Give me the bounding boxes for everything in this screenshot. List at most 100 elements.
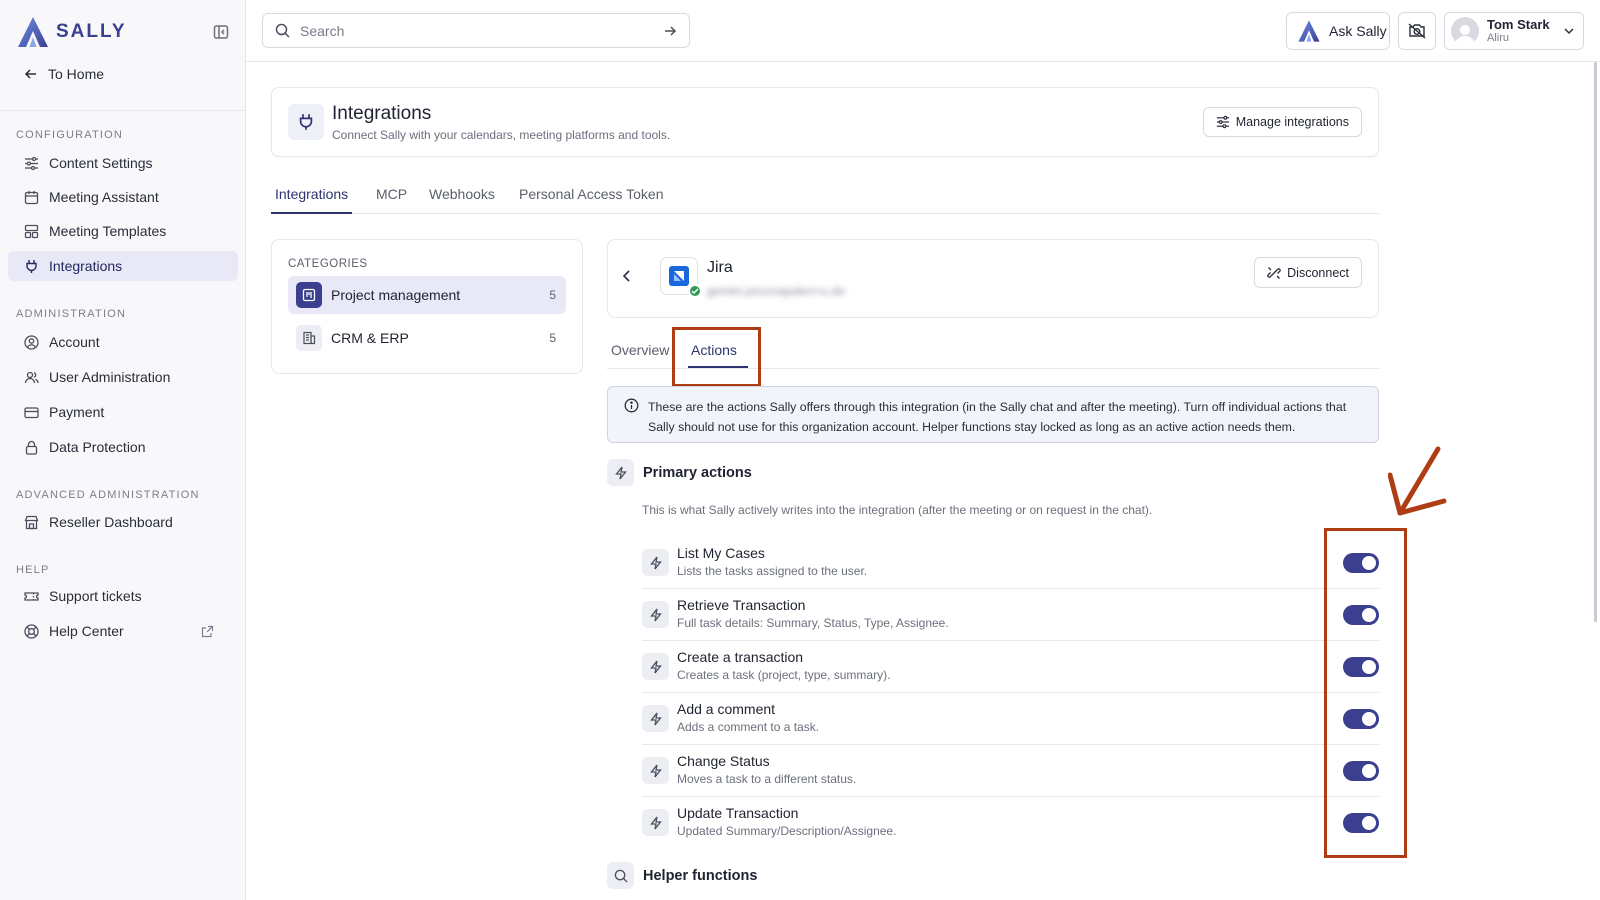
arrow-right-icon[interactable] [663, 24, 677, 38]
user-info: Tom Stark Aliru [1487, 16, 1550, 45]
manage-integrations-label: Manage integrations [1235, 115, 1349, 129]
action-title: Add a comment [677, 701, 776, 717]
sidebar-item-meeting-templates[interactable]: Meeting Templates [8, 216, 238, 246]
sidebar-item-label: Meeting Assistant [49, 189, 159, 205]
sidebar-item-user-administration[interactable]: User Administration [8, 362, 238, 392]
top-header: Ask Sally Tom Stark Aliru [246, 0, 1600, 62]
user-organization: Aliru [1487, 32, 1510, 45]
action-row-create-a-transaction: Create a transaction Creates a task (pro… [642, 641, 1379, 693]
sidebar-item-label: Support tickets [49, 588, 142, 604]
section-advanced-administration: ADVANCED ADMINISTRATION [16, 489, 200, 501]
disconnect-button[interactable]: Disconnect [1254, 257, 1362, 288]
sidebar-item-label: Meeting Templates [49, 223, 167, 239]
tab-personal-access-token[interactable]: Personal Access Token [519, 186, 664, 214]
sliders-icon [1216, 115, 1229, 129]
template-icon [24, 224, 39, 238]
sidebar-item-label: Help Center [49, 623, 124, 639]
integration-detail-card: Jira gemini.jorucoapalen+u.de Disconnect [607, 239, 1379, 318]
category-label: Project management [331, 287, 461, 303]
sidebar-item-label: User Administration [49, 369, 171, 385]
category-count: 5 [549, 331, 556, 345]
sidebar-item-payment[interactable]: Payment [8, 397, 238, 427]
integration-name: Jira [707, 259, 733, 276]
chevron-down-icon [1564, 28, 1574, 35]
action-title: List My Cases [677, 545, 765, 561]
building-icon [296, 325, 322, 351]
users-icon [24, 371, 39, 383]
action-row-retrieve-transaction: Retrieve Transaction Full task details: … [642, 589, 1379, 641]
sidebar-item-support-tickets[interactable]: Support tickets [8, 581, 238, 611]
scrollbar-thumb[interactable] [1594, 62, 1597, 622]
sally-logo-icon [1298, 20, 1320, 42]
search-icon [275, 23, 290, 38]
lightning-icon [642, 653, 669, 680]
sidebar-item-label: Reseller Dashboard [49, 514, 173, 530]
info-banner: These are the actions Sally offers throu… [607, 386, 1379, 443]
disconnect-label: Disconnect [1287, 265, 1349, 280]
sidebar-item-label: Data Protection [49, 439, 146, 455]
sidebar-item-reseller-dashboard[interactable]: Reseller Dashboard [8, 507, 238, 537]
search-icon [607, 862, 634, 889]
category-project-management[interactable]: Project management 5 [288, 276, 566, 314]
section-title: Primary actions [643, 464, 752, 481]
sidebar-item-integrations[interactable]: Integrations [8, 251, 238, 281]
lifebuoy-icon [24, 623, 39, 639]
sidebar-item-label: Content Settings [49, 155, 153, 171]
action-title: Update Transaction [677, 805, 799, 821]
sidebar-collapse-icon[interactable] [212, 23, 230, 41]
lightning-icon [642, 809, 669, 836]
to-home-link[interactable]: To Home [24, 66, 104, 82]
category-crm-erp[interactable]: CRM & ERP 5 [288, 319, 566, 357]
user-menu-button[interactable]: Tom Stark Aliru [1444, 12, 1584, 50]
categories-label: CATEGORIES [288, 258, 368, 270]
calendar-icon [24, 190, 39, 204]
tab-webhooks[interactable]: Webhooks [429, 186, 495, 214]
search-input[interactable] [300, 22, 663, 39]
action-description: Creates a task (project, type, summary). [677, 668, 891, 682]
camera-off-icon [1408, 23, 1426, 39]
lightning-icon [642, 705, 669, 732]
sidebar-item-content-settings[interactable]: Content Settings [8, 148, 238, 178]
tab-mcp[interactable]: MCP [376, 186, 407, 214]
ask-sally-button[interactable]: Ask Sally [1286, 12, 1390, 50]
action-title: Change Status [677, 753, 770, 769]
section-help: HELP [16, 564, 50, 576]
lightning-icon [642, 757, 669, 784]
store-icon [24, 515, 39, 529]
action-description: Lists the tasks assigned to the user. [677, 564, 868, 578]
search-bar[interactable] [262, 13, 690, 48]
arrow-left-icon [24, 69, 36, 79]
logo[interactable]: SALLY [16, 14, 230, 50]
user-name: Tom Stark [1487, 16, 1550, 32]
lock-icon [25, 440, 38, 455]
action-row-update-transaction: Update Transaction Updated Summary/Descr… [642, 797, 1379, 849]
categories-panel: CATEGORIES Project management 5 CRM & ER… [271, 239, 583, 374]
sidebar-item-help-center[interactable]: Help Center [8, 616, 238, 646]
helper-functions-heading: Helper functions [607, 862, 757, 889]
sidebar-item-meeting-assistant[interactable]: Meeting Assistant [8, 182, 238, 212]
tab-integrations[interactable]: Integrations [271, 186, 353, 214]
lightning-icon [642, 601, 669, 628]
page-subtitle: Connect Sally with your calendars, meeti… [332, 128, 671, 142]
sidebar-item-label: Account [49, 334, 100, 350]
chevron-left-icon[interactable] [620, 269, 634, 283]
avatar [1451, 17, 1479, 45]
user-silhouette-icon [1455, 25, 1475, 45]
user-circle-icon [24, 334, 39, 350]
action-title: Retrieve Transaction [677, 597, 806, 613]
to-home-label: To Home [48, 66, 105, 82]
tab-overview[interactable]: Overview [611, 342, 669, 358]
section-title: Helper functions [643, 867, 758, 884]
sidebar-item-account[interactable]: Account [8, 327, 238, 357]
main-scrollbar[interactable] [1590, 62, 1600, 900]
sidebar-item-label: Integrations [49, 258, 123, 274]
brand-name: SALLY [56, 21, 127, 42]
action-title: Create a transaction [677, 649, 804, 665]
action-row-change-status: Change Status Moves a task to a differen… [642, 745, 1379, 797]
sidebar: SALLY To Home CONFIGURATION Content Sett… [0, 0, 246, 900]
sidebar-item-data-protection[interactable]: Data Protection [8, 432, 238, 462]
camera-toggle-button[interactable] [1398, 12, 1436, 50]
annotation-highlight-actions-tab [672, 327, 761, 387]
manage-integrations-button[interactable]: Manage integrations [1202, 107, 1362, 137]
section-administration: ADMINISTRATION [16, 308, 127, 320]
